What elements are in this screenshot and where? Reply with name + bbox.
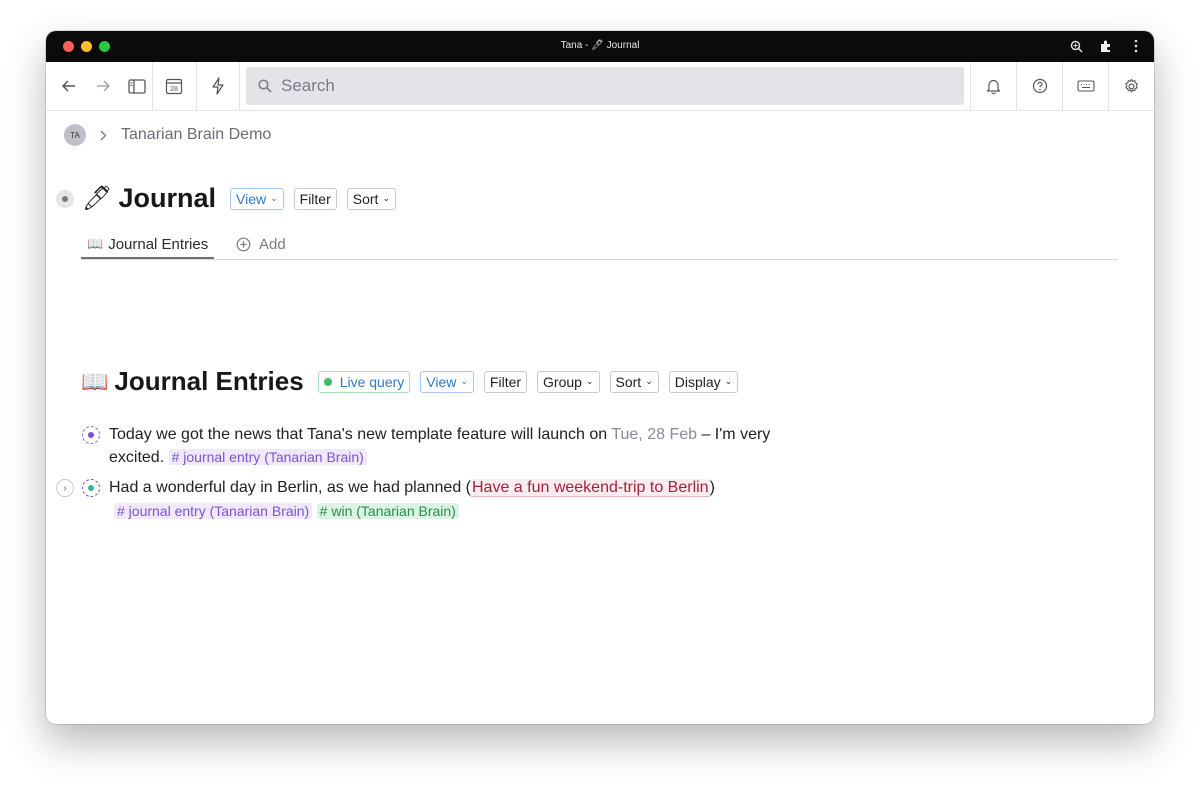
live-dot-icon [323,377,332,386]
zoom-icon[interactable] [1068,38,1084,54]
chevron-right-icon [100,130,107,140]
entry-text: Today we got the news that Tana's new te… [109,426,612,443]
page-bullet[interactable] [56,189,74,208]
app-window: Tana - 🖊 Journal 28 Search TA Tanarian B… [46,31,1154,724]
calendar-icon: 28 [166,78,183,95]
section-filter-button[interactable]: Filter [483,370,528,393]
keyboard-shortcuts-button[interactable] [1062,62,1108,110]
section-group-button[interactable]: Group ⌄ [537,370,600,393]
date-reference[interactable]: Tue, 28 Feb [611,426,697,443]
page-filter-label: Filter [299,190,331,207]
tab-journal-entries[interactable]: 📖 Journal Entries [81,231,215,259]
tag-journal-entry[interactable]: # journal entry (Tanarian Brain) [168,449,367,465]
add-tab-label: Add [259,235,286,253]
entry-bullet[interactable] [82,479,100,497]
node-reference[interactable]: Have a fun weekend-trip to Berlin [471,479,710,497]
quick-add-button[interactable] [197,62,240,110]
notifications-button[interactable] [970,62,1016,110]
workspace-avatar[interactable]: TA [64,124,86,146]
page-sort-button[interactable]: Sort ⌄ [346,187,396,210]
book-icon: 📖 [87,236,104,251]
section-header: 📖 Journal Entries Live query View ⌄ Filte… [81,366,748,397]
view-tabs: 📖 Journal Entries Add [81,231,1118,260]
entry-text: ) [709,479,715,496]
entry-tags: # journal entry (Tanarian Brain) # win (… [114,500,459,523]
pen-icon: 🖊 [82,185,113,212]
sidebar-toggle-icon[interactable] [126,75,148,97]
section-view-label: View [426,373,457,390]
section-sort-button[interactable]: Sort ⌄ [609,370,659,393]
title-bar: Tana - 🖊 Journal [46,31,1154,62]
entry-text: excited. [109,449,165,466]
page-view-label: View [236,190,267,207]
help-icon [1032,78,1047,94]
live-query-label: Live query [339,373,405,390]
page-filter-button[interactable]: Filter [293,187,337,210]
page-view-button[interactable]: View ⌄ [230,187,284,210]
more-menu-icon[interactable] [1128,38,1144,54]
window-title: Tana - 🖊 Journal [560,40,640,51]
bell-icon [986,79,1001,94]
keyboard-icon [1076,80,1095,92]
title-bar-actions [1068,38,1144,54]
entry-bullet[interactable] [82,426,100,444]
extensions-icon[interactable] [1098,38,1114,54]
chevron-down-icon: ⌄ [645,376,653,386]
list-item[interactable]: Today we got the news that Tana's new te… [109,424,770,469]
section-sort-label: Sort [615,373,642,390]
entry-text: – I'm very [697,426,771,443]
calendar-day: 28 [170,86,178,93]
lightning-icon [212,77,224,95]
toolbar-right-group [970,62,1154,110]
chevron-down-icon: ⌄ [460,376,468,386]
tag-win[interactable]: # win (Tanarian Brain) [316,503,459,519]
calendar-button[interactable]: 28 [153,62,197,110]
tag-journal-entry[interactable]: # journal entry (Tanarian Brain) [114,503,313,519]
search-icon [258,79,272,93]
page-title[interactable]: Journal [118,183,216,214]
page-header: 🖊 Journal View ⌄ Filter Sort ⌄ [56,183,406,214]
chevron-down-icon: ⌄ [585,376,594,386]
help-button[interactable] [1016,62,1062,110]
toolbar: 28 Search [46,62,1154,111]
navigation-group [46,62,154,110]
live-query-badge[interactable]: Live query [317,370,411,393]
entry-text: Had a wonderful day in Berlin, as we had… [109,479,471,496]
chevron-down-icon: ⌄ [382,193,390,203]
section-view-button[interactable]: View ⌄ [420,370,474,393]
breadcrumb-workspace[interactable]: Tanarian Brain Demo [121,126,271,144]
back-arrow-icon[interactable] [58,75,80,97]
chevron-down-icon: ⌄ [270,193,278,203]
section-display-label: Display [674,373,721,390]
tab-label: Journal Entries [108,235,209,253]
search-placeholder: Search [280,76,335,95]
expand-chevron-icon[interactable]: › [56,479,74,497]
section-filter-label: Filter [489,373,522,390]
section-group-label: Group [543,373,582,390]
book-icon: 📖 [81,368,109,394]
section-display-button[interactable]: Display ⌄ [668,370,739,393]
breadcrumb: TA Tanarian Brain Demo [64,124,271,146]
settings-button[interactable] [1108,62,1154,110]
page-sort-label: Sort [352,190,379,207]
search-input[interactable]: Search [245,67,964,105]
chevron-down-icon: ⌄ [724,376,733,386]
gear-icon [1125,78,1138,92]
add-tab-button[interactable]: Add [236,231,286,257]
list-item[interactable]: Had a wonderful day in Berlin, as we had… [109,477,715,499]
section-title[interactable]: Journal Entries [114,366,303,397]
forward-arrow-icon[interactable] [92,75,114,97]
plus-circle-icon [236,237,251,251]
